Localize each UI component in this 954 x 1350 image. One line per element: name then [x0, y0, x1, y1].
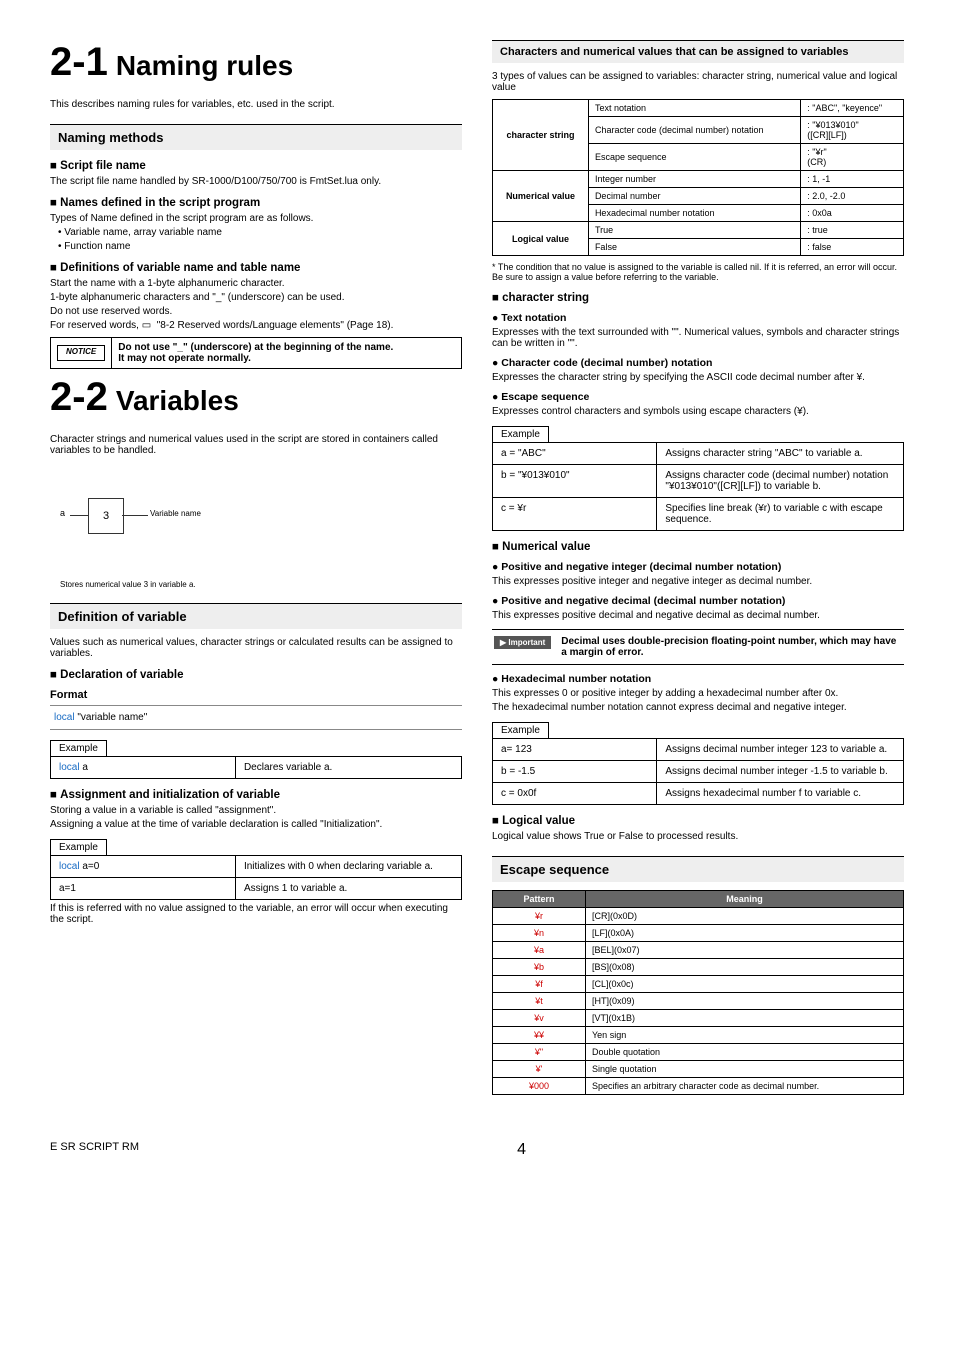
text-script-file-name: The script file name handled by SR-1000/…	[50, 176, 462, 187]
example-label: Example	[492, 426, 549, 443]
text-def-4: For reserved words, "8-2 Reserved words/…	[50, 320, 462, 331]
text-three-types: 3 types of values can be assigned to var…	[492, 71, 904, 93]
escape-pattern: ¥'	[493, 1061, 586, 1078]
important-badge: Important	[494, 636, 551, 649]
text-names-defined: Types of Name defined in the script prog…	[50, 213, 462, 224]
escape-meaning: [BS](0x08)	[586, 959, 904, 976]
notice-box: NOTICE Do not use "_" (underscore) at th…	[50, 337, 462, 369]
heading-numerical-value: Numerical value	[492, 541, 904, 553]
escape-meaning: Single quotation	[586, 1061, 904, 1078]
escape-pattern: ¥n	[493, 925, 586, 942]
variable-diagram: a 3 Variable name	[60, 468, 462, 578]
escape-pattern: ¥000	[493, 1078, 586, 1095]
text-hex-1: This expresses 0 or positive integer by …	[492, 688, 904, 699]
heading-logical-value: Logical value	[492, 815, 904, 827]
escape-meaning: [HT](0x09)	[586, 993, 904, 1010]
heading-characters-numerical: Characters and numerical values that can…	[492, 40, 904, 63]
important-text: Decimal uses double-precision floating-p…	[561, 636, 902, 658]
footer-left: E SR SCRIPT RM	[50, 1141, 139, 1159]
footer-page-number: 4	[517, 1141, 526, 1159]
escape-pattern: ¥"	[493, 1044, 586, 1061]
section-2-2-intro: Character strings and numerical values u…	[50, 434, 462, 456]
text-escape-seq: Expresses control characters and symbols…	[492, 406, 904, 417]
text-error-note: If this is referred with no value assign…	[50, 903, 462, 925]
text-def-3: Do not use reserved words.	[50, 306, 462, 317]
escape-meaning: Yen sign	[586, 1027, 904, 1044]
escape-pattern: ¥¥	[493, 1027, 586, 1044]
example-numerical: a= 123Assigns decimal number integer 123…	[492, 738, 904, 805]
heading-pos-neg-dec: Positive and negative decimal (decimal n…	[492, 595, 904, 607]
example-label: Example	[50, 839, 107, 856]
heading-character-string: character string	[492, 292, 904, 304]
page-footer: E SR SCRIPT RM 4	[50, 1141, 904, 1159]
heading-script-file-name: Script file name	[50, 160, 462, 172]
escape-pattern: ¥r	[493, 908, 586, 925]
notice-text: Do not use "_" (underscore) at the begin…	[111, 338, 461, 368]
escape-pattern: ¥f	[493, 976, 586, 993]
text-pos-neg-int: This expresses positive integer and nega…	[492, 576, 904, 587]
escape-pattern: ¥a	[493, 942, 586, 959]
format-label: Format	[50, 689, 462, 701]
bullet-variable-name: Variable name, array variable name	[50, 227, 462, 238]
escape-meaning: [BEL](0x07)	[586, 942, 904, 959]
heading-escape-seq: Escape sequence	[492, 391, 904, 403]
text-hex-2: The hexadecimal number notation cannot e…	[492, 702, 904, 713]
example-char-string: a = "ABC"Assigns character string "ABC" …	[492, 442, 904, 531]
text-assignment-2: Assigning a value at the time of variabl…	[50, 819, 462, 830]
nil-note: * The condition that no value is assigne…	[492, 262, 904, 282]
heading-text-notation: Text notation	[492, 312, 904, 324]
notice-label: NOTICE	[57, 345, 105, 361]
important-note: Important Decimal uses double-precision …	[492, 629, 904, 665]
heading-definitions: Definitions of variable name and table n…	[50, 262, 462, 274]
bullet-function-name: Function name	[50, 241, 462, 252]
format-box: local "variable name"	[50, 705, 462, 730]
escape-meaning: [LF](0x0A)	[586, 925, 904, 942]
escape-pattern: ¥t	[493, 993, 586, 1010]
text-pos-neg-dec: This expresses positive decimal and nega…	[492, 610, 904, 621]
book-icon	[142, 320, 154, 331]
section-2-1-intro: This describes naming rules for variable…	[50, 99, 462, 110]
example-assignment: local a=0Initializes with 0 when declari…	[50, 855, 462, 900]
text-char-code: Expresses the character string by specif…	[492, 372, 904, 383]
text-def-1: Start the name with a 1-byte alphanumeri…	[50, 278, 462, 289]
escape-meaning: Specifies an arbitrary character code as…	[586, 1078, 904, 1095]
diagram-caption: Stores numerical value 3 in variable a.	[60, 580, 462, 589]
heading-assignment: Assignment and initialization of variabl…	[50, 789, 462, 801]
escape-sequence-table: PatternMeaning ¥r[CR](0x0D)¥n[LF](0x0A)¥…	[492, 890, 904, 1095]
escape-meaning: [VT](0x1B)	[586, 1010, 904, 1027]
heading-definition-of-variable: Definition of variable	[50, 603, 462, 629]
section-2-2-heading: 2-2Variables	[50, 375, 462, 420]
example-declaration: local aDeclares variable a.	[50, 756, 462, 779]
escape-meaning: Double quotation	[586, 1044, 904, 1061]
heading-char-code: Character code (decimal number) notation	[492, 357, 904, 369]
section-2-1-heading: 2-1Naming rules	[50, 40, 462, 85]
escape-pattern: ¥v	[493, 1010, 586, 1027]
text-definition-of-variable: Values such as numerical values, charact…	[50, 637, 462, 659]
text-def-2: 1-byte alphanumeric characters and "_" (…	[50, 292, 462, 303]
heading-declaration: Declaration of variable	[50, 669, 462, 681]
escape-meaning: [CL](0x0c)	[586, 976, 904, 993]
escape-meaning: [CR](0x0D)	[586, 908, 904, 925]
value-types-table: character stringText notation: "ABC", "k…	[492, 99, 904, 256]
text-assignment-1: Storing a value in a variable is called …	[50, 805, 462, 816]
text-logical-value: Logical value shows True or False to pro…	[492, 831, 904, 842]
text-text-notation: Expresses with the text surrounded with …	[492, 327, 904, 349]
escape-pattern: ¥b	[493, 959, 586, 976]
heading-pos-neg-int: Positive and negative integer (decimal n…	[492, 561, 904, 573]
heading-hex: Hexadecimal number notation	[492, 673, 904, 685]
heading-naming-methods: Naming methods	[50, 124, 462, 150]
heading-escape-sequence: Escape sequence	[492, 856, 904, 882]
heading-names-defined: Names defined in the script program	[50, 197, 462, 209]
example-label: Example	[50, 740, 107, 757]
example-label: Example	[492, 722, 549, 739]
